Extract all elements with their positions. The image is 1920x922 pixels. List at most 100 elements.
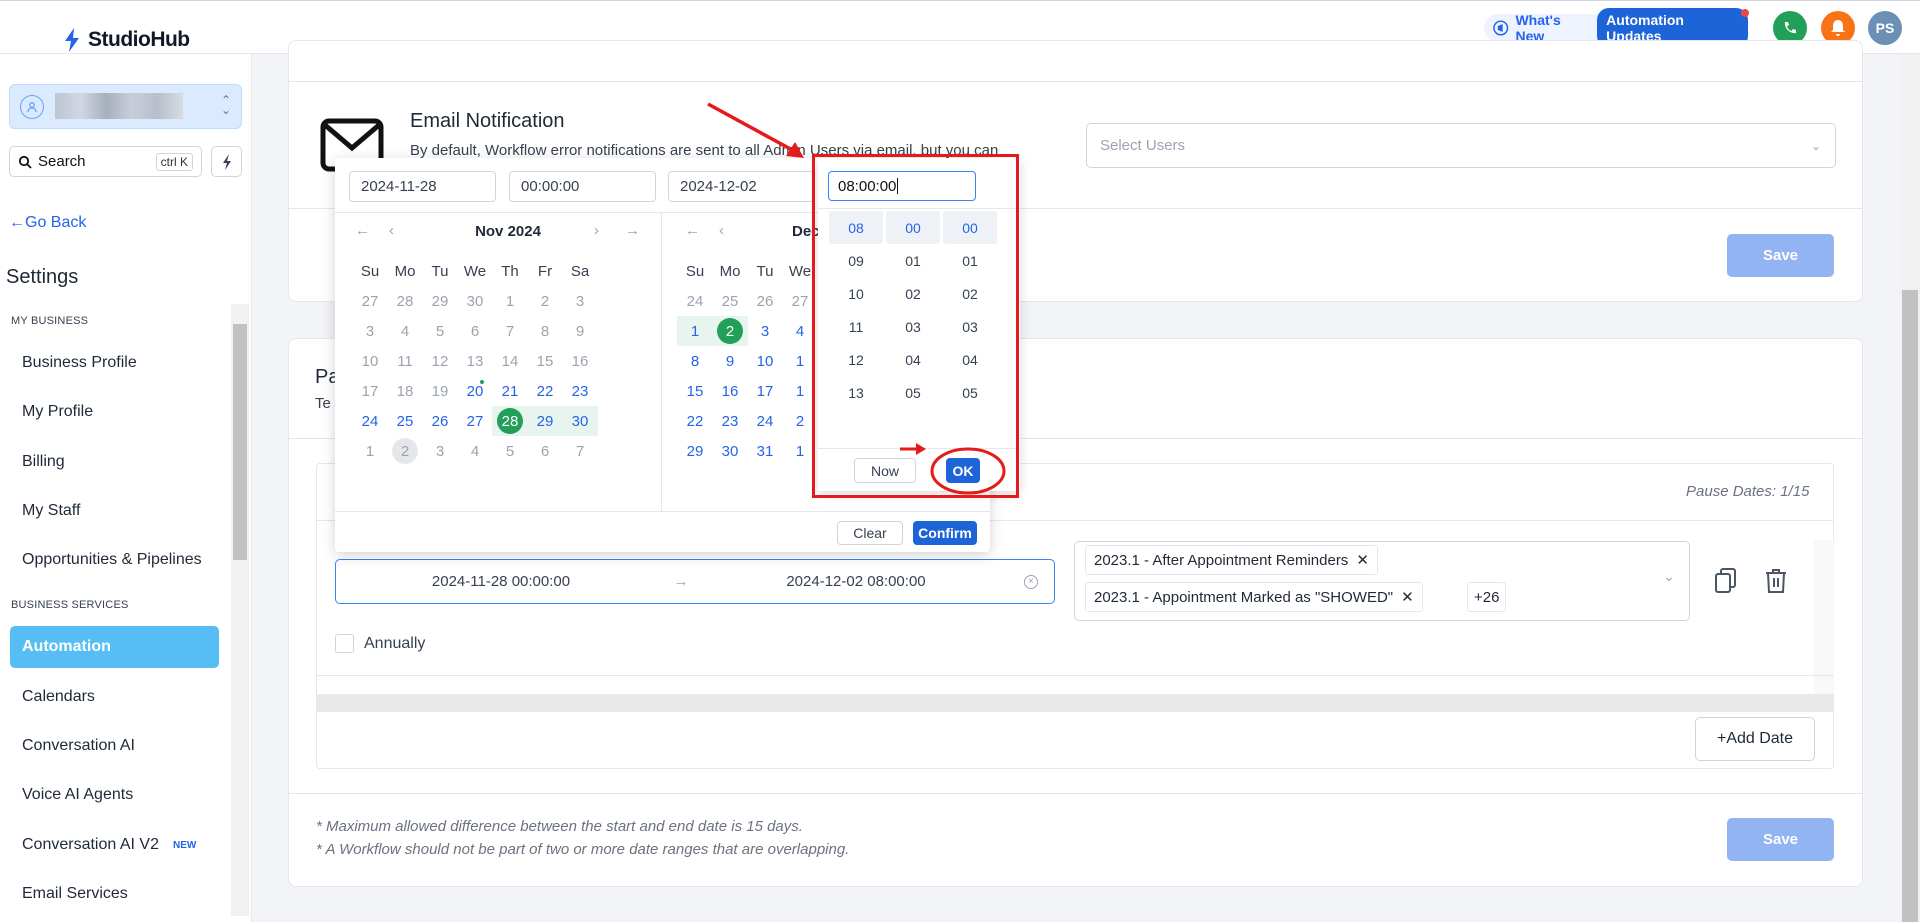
account-switcher[interactable]: ⌃ ⌄ <box>9 84 242 129</box>
calendar-day[interactable]: 11 <box>387 346 423 376</box>
calendar-day[interactable]: 2 <box>527 286 563 316</box>
calendar-day[interactable]: 8 <box>527 316 563 346</box>
calendar-day[interactable]: 17 <box>747 376 783 406</box>
calendar-day[interactable]: 18 <box>387 376 423 406</box>
sidebar-item-my-profile[interactable]: My Profile <box>10 391 219 433</box>
table-vscrollbar[interactable] <box>1814 540 1834 694</box>
email-save-button[interactable]: Save <box>1727 234 1834 277</box>
calendar-day[interactable]: 27 <box>352 286 388 316</box>
prev-month-icon[interactable]: ‹ <box>719 222 724 239</box>
calendar-day[interactable]: 16 <box>562 346 598 376</box>
calendar-day[interactable]: 2 <box>387 436 423 466</box>
calendar-day[interactable]: 29 <box>527 406 563 436</box>
workflow-select[interactable]: 2023.1 - After Appointment Reminders ✕ 20… <box>1074 541 1690 621</box>
prev-year-icon[interactable]: ← <box>685 222 700 239</box>
prev-month-icon[interactable]: ‹ <box>389 222 394 239</box>
pause-save-button[interactable]: Save <box>1727 818 1834 861</box>
today-day[interactable]: 2 <box>392 438 418 464</box>
start-date-input[interactable]: 2024-11-28 <box>349 171 496 202</box>
copy-icon[interactable] <box>1715 568 1737 594</box>
calendar-day[interactable]: 1 <box>677 316 713 346</box>
calendar-day[interactable]: 1 <box>352 436 388 466</box>
calendar-day[interactable]: 28 <box>387 286 423 316</box>
prev-year-icon[interactable]: ← <box>355 222 370 239</box>
calendar-day[interactable]: 7 <box>492 316 528 346</box>
calendar-day[interactable]: 24 <box>352 406 388 436</box>
sidebar-scrollbar-thumb[interactable] <box>233 324 247 560</box>
calendar-day[interactable]: 25 <box>712 286 748 316</box>
calendar-day[interactable]: 3 <box>422 436 458 466</box>
selected-start-day[interactable]: 28 <box>497 408 523 434</box>
annually-checkbox[interactable] <box>335 634 354 653</box>
remove-tag-icon[interactable]: ✕ <box>1356 551 1369 569</box>
calendar-day[interactable]: 17 <box>352 376 388 406</box>
studiohub-logo[interactable]: StudioHub <box>62 27 190 53</box>
calendar-day[interactable]: 7 <box>562 436 598 466</box>
main-scrollbar-thumb[interactable] <box>1902 290 1918 922</box>
calendar-day[interactable]: 31 <box>747 436 783 466</box>
calendar-day[interactable]: 23 <box>562 376 598 406</box>
sidebar-item-conversation-ai[interactable]: Conversation AI <box>10 725 219 767</box>
calendar-day[interactable]: 21 <box>492 376 528 406</box>
calendar-day[interactable]: 19 <box>422 376 458 406</box>
calendar-day[interactable]: 4 <box>457 436 493 466</box>
calendar-day[interactable]: 8 <box>677 346 713 376</box>
calendar-day[interactable]: 14 <box>492 346 528 376</box>
calendar-day[interactable]: 9 <box>712 346 748 376</box>
calendar-day[interactable]: 5 <box>492 436 528 466</box>
calendar-day[interactable]: 24 <box>747 406 783 436</box>
confirm-button[interactable]: Confirm <box>913 521 977 545</box>
sidebar-item-calendars[interactable]: Calendars <box>10 676 219 718</box>
remove-tag-icon[interactable]: ✕ <box>1401 588 1414 606</box>
go-back-link[interactable]: ←Go Back <box>9 214 86 232</box>
whats-new-banner[interactable]: What's New Automation Updates <box>1484 8 1748 48</box>
calendar-day[interactable]: 26 <box>422 406 458 436</box>
trash-icon[interactable] <box>1765 568 1787 594</box>
calendar-day[interactable]: 9 <box>562 316 598 346</box>
calendar-day[interactable]: 15 <box>527 346 563 376</box>
select-users-dropdown[interactable]: Select Users ⌄ <box>1086 123 1836 168</box>
sidebar-item-opportunities[interactable]: Opportunities & Pipelines <box>10 539 219 581</box>
sidebar-item-email-services[interactable]: Email Services <box>10 873 219 915</box>
calendar-day[interactable]: 16 <box>712 376 748 406</box>
calendar-day[interactable]: 29 <box>422 286 458 316</box>
calendar-day[interactable]: 3 <box>562 286 598 316</box>
more-workflows-tag[interactable]: +26 <box>1467 582 1507 612</box>
calendar-day[interactable]: 1 <box>492 286 528 316</box>
calendar-day[interactable]: 4 <box>387 316 423 346</box>
calendar-day[interactable]: 10 <box>747 346 783 376</box>
calendar-day[interactable]: 25 <box>387 406 423 436</box>
calendar-day[interactable]: 26 <box>747 286 783 316</box>
sidebar-item-business-profile[interactable]: Business Profile <box>10 342 219 384</box>
calendar-day[interactable]: 28 <box>492 406 528 436</box>
date-range-input[interactable]: 2024-11-28 00:00:00 → 2024-12-02 08:00:0… <box>335 559 1055 604</box>
next-year-icon[interactable]: → <box>625 222 640 239</box>
calendar-day[interactable]: 22 <box>677 406 713 436</box>
calendar-day[interactable]: 6 <box>457 316 493 346</box>
quick-actions-button[interactable] <box>211 146 242 177</box>
add-date-button[interactable]: +Add Date <box>1695 717 1815 761</box>
sidebar-item-conversation-ai-v2[interactable]: Conversation AI V2 NEW <box>10 824 219 866</box>
end-date-input[interactable]: 2024-12-02 <box>668 171 815 202</box>
calendar-day[interactable]: 2 <box>712 316 748 346</box>
calendar-day[interactable]: 22 <box>527 376 563 406</box>
calendar-day[interactable]: 13 <box>457 346 493 376</box>
calendar-day[interactable]: 24 <box>677 286 713 316</box>
calendar-day[interactable]: 12 <box>422 346 458 376</box>
avatar[interactable]: PS <box>1868 11 1902 45</box>
clear-range-icon[interactable]: × <box>1024 574 1038 589</box>
sidebar-item-voice-ai-agents[interactable]: Voice AI Agents <box>10 774 219 816</box>
calendar-day[interactable]: 30 <box>712 436 748 466</box>
calendar-day[interactable]: 6 <box>527 436 563 466</box>
selected-end-day[interactable]: 2 <box>717 318 743 344</box>
calendar-day[interactable]: 20 <box>457 376 493 406</box>
calendar-day[interactable]: 27 <box>457 406 493 436</box>
calendar-day[interactable]: 3 <box>747 316 783 346</box>
calendar-day[interactable]: 30 <box>457 286 493 316</box>
calendar-day[interactable]: 3 <box>352 316 388 346</box>
sidebar-item-automation[interactable]: Automation <box>10 626 219 668</box>
start-time-input[interactable]: 00:00:00 <box>509 171 656 202</box>
calendar-day[interactable]: 30 <box>562 406 598 436</box>
next-month-icon[interactable]: › <box>594 222 599 239</box>
sidebar-item-billing[interactable]: Billing <box>10 441 219 483</box>
